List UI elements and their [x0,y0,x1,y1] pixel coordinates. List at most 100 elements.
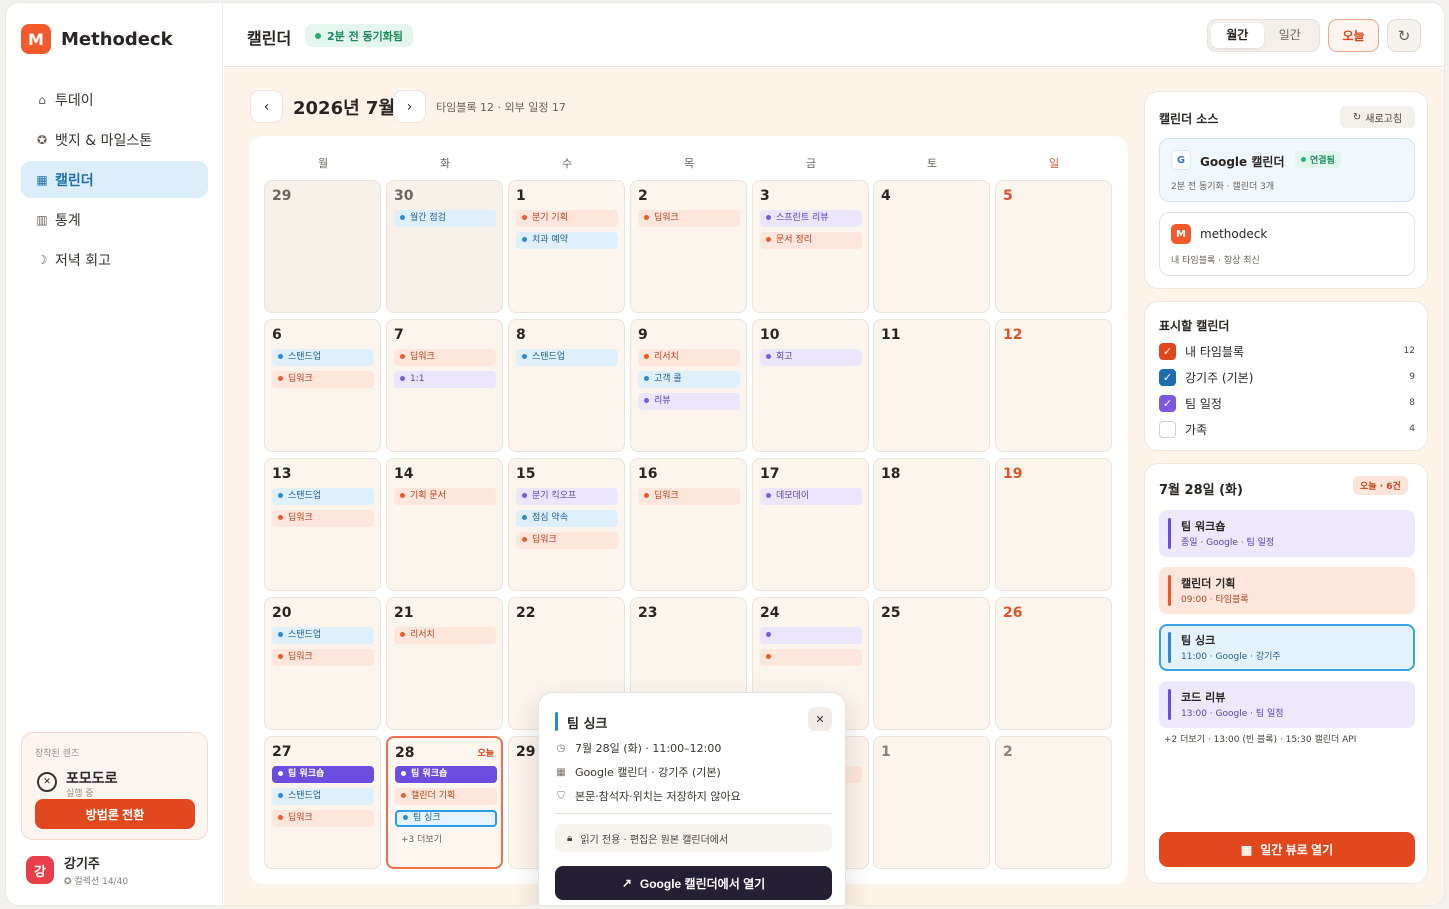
agenda-item[interactable]: 팀 싱크 11:00 · Google · 강기주 [1159,624,1415,671]
day-cell[interactable]: 3 스프린트 리뷰 문서 정리 [752,180,869,313]
day-cell[interactable]: 10 회고 [752,319,869,452]
sources-refresh-button[interactable]: ↻ 새로고침 [1340,106,1415,128]
event-chip[interactable]: 1:1 [394,371,496,388]
event-chip[interactable]: 리서치 [638,349,740,366]
day-cell[interactable]: 14 기획 문서 [386,458,503,591]
day-cell[interactable]: 18 [873,458,990,591]
switch-method-button[interactable]: 방법론 전환 [35,799,195,829]
calendar-icon: ▦ [1240,842,1253,857]
day-cell[interactable]: 19 [995,458,1112,591]
view-day-tab[interactable]: 일간 [1264,23,1317,48]
open-day-view-button[interactable]: ▦ 일간 뷰로 열기 [1159,832,1415,867]
day-cell[interactable]: 25 [873,597,990,730]
agenda-more-text[interactable]: +2 더보기 · 13:00 (빈 블록) · 15:30 캘린더 API [1164,732,1356,745]
day-cell[interactable]: 2 [995,736,1112,869]
event-chip[interactable]: 팀 워크숍 [395,766,497,783]
event-chip[interactable]: 딥워크 [638,488,740,505]
source-methodeck[interactable]: M methodeck 내 타임블록 · 항상 최신 [1159,212,1415,276]
day-cell[interactable]: 20 스탠드업 딥워크 [264,597,381,730]
day-cell[interactable]: 30 월간 점검 [386,180,503,313]
calendar-toggle-row[interactable]: ✓ 강기주 (기본) 9 [1159,368,1415,386]
event-chip[interactable] [760,649,862,666]
day-cell[interactable]: 26 [995,597,1112,730]
event-chip[interactable]: 리서치 [394,627,496,644]
day-cell[interactable]: 2 딥워크 [630,180,747,313]
sidebar-item[interactable]: ⌂ 투데이 [21,81,208,118]
event-chip[interactable]: 스프린트 리뷰 [760,210,862,227]
event-chip[interactable]: 스탠드업 [272,627,374,644]
day-cell[interactable]: 9 리서치 고객 콜 리뷰 [630,319,747,452]
sidebar-item[interactable]: ▦ 캘린더 [21,161,208,198]
calendar-toggle-row[interactable]: 가족 4 [1159,420,1415,438]
event-chip[interactable]: 스탠드업 [272,349,374,366]
sidebar-item[interactable]: ▥ 통계 [21,201,208,238]
event-chip[interactable]: 딥워크 [516,532,618,549]
calendar-toggle-row[interactable]: ✓ 팀 일정 8 [1159,394,1415,412]
day-cell[interactable]: 15 분기 킥오프 점심 약속 딥워크 [508,458,625,591]
today-tag: 오늘 [477,749,494,759]
event-chip[interactable]: 딥워크 [272,649,374,666]
day-cell[interactable]: 6 스탠드업 딥워크 [264,319,381,452]
view-month-tab[interactable]: 월간 [1211,23,1264,48]
event-chip[interactable]: 딥워크 [272,810,374,827]
event-chip[interactable]: 분기 기획 [516,210,618,227]
event-chip[interactable]: 딥워크 [272,510,374,527]
calendar-checkbox[interactable]: ✓ [1159,342,1176,360]
popover-close-button[interactable]: ✕ [808,707,832,731]
calendar-toggle-row[interactable]: ✓ 내 타임블록 12 [1159,342,1415,360]
logo[interactable]: M Methodeck [21,24,173,54]
agenda-item[interactable]: 코드 리뷰 13:00 · Google · 팀 일정 [1159,681,1415,728]
event-chip[interactable]: 월간 점검 [394,210,496,227]
day-cell[interactable]: 17 데모데이 [752,458,869,591]
day-cell[interactable]: 1 [873,736,990,869]
agenda-item[interactable]: 팀 워크숍 종일 · Google · 팀 일정 [1159,510,1415,557]
event-chip[interactable]: 딥워크 [394,349,496,366]
event-chip[interactable]: 기획 문서 [394,488,496,505]
day-cell[interactable]: 8 스탠드업 [508,319,625,452]
event-chip[interactable]: 딥워크 [638,210,740,227]
open-in-google-button[interactable]: ↗ Google 캘린더에서 열기 [555,866,832,900]
calendar-checkbox[interactable]: ✓ [1159,368,1176,386]
user-profile[interactable]: 강 강기주 ✪ 컬렉션 14/40 [26,853,128,887]
day-cell[interactable]: 4 [873,180,990,313]
day-cell[interactable]: 28 오늘 팀 워크숍 캘린더 기획 팀 싱크 +3 더보기 [386,736,503,869]
source-google[interactable]: G Google 캘린더 연결됨 2분 전 동기화 · 캘린더 3개 [1159,138,1415,202]
sidebar-item[interactable]: ✪ 뱃지 & 마일스톤 [21,121,208,158]
day-cell[interactable]: 11 [873,319,990,452]
event-chip[interactable]: 팀 워크숍 [272,766,374,783]
event-chip[interactable]: 데모데이 [760,488,862,505]
day-cell[interactable]: 29 [264,180,381,313]
day-cell[interactable]: 16 딥워크 [630,458,747,591]
day-cell[interactable]: 5 [995,180,1112,313]
next-month-button[interactable]: › [393,90,426,123]
event-chip[interactable]: 치과 예약 [516,232,618,249]
day-cell[interactable]: 1 분기 기획 치과 예약 [508,180,625,313]
event-chip[interactable]: 리뷰 [638,393,740,410]
event-chip[interactable]: 스탠드업 [272,788,374,805]
event-chip[interactable]: 팀 싱크 [395,810,497,827]
event-chip[interactable]: 문서 정리 [760,232,862,249]
day-cell[interactable]: 21 리서치 [386,597,503,730]
today-button[interactable]: 오늘 [1328,19,1379,52]
event-chip[interactable]: 분기 킥오프 [516,488,618,505]
event-chip[interactable]: 스탠드업 [516,349,618,366]
day-cell[interactable]: 13 스탠드업 딥워크 [264,458,381,591]
sync-refresh-button[interactable]: ↻ [1387,19,1421,52]
prev-month-button[interactable]: ‹ [250,90,283,123]
event-chip[interactable]: 회고 [760,349,862,366]
event-chip[interactable]: 스탠드업 [272,488,374,505]
calendar-checkbox[interactable]: ✓ [1159,394,1176,412]
event-chip[interactable]: 고객 콜 [638,371,740,388]
day-cell[interactable]: 7 딥워크 1:1 [386,319,503,452]
event-chip[interactable]: 딥워크 [272,371,374,388]
agenda-item[interactable]: 캘린더 기획 09:00 · 타임블록 [1159,567,1415,614]
more-events-link[interactable]: +3 더보기 [401,832,442,845]
event-chip[interactable] [760,627,862,644]
day-cell[interactable]: 27 팀 워크숍 스탠드업 딥워크 [264,736,381,869]
day-cell[interactable]: 12 [995,319,1112,452]
event-chip[interactable]: 점심 약속 [516,510,618,527]
sidebar-item[interactable]: ☽ 저녁 회고 [21,241,208,278]
event-chip[interactable]: 캘린더 기획 [395,788,497,805]
equipped-lens-card: 장착된 렌즈 ✕ 포모도로 실행 중 방법론 전환 [21,732,208,840]
calendar-checkbox[interactable] [1159,420,1176,438]
